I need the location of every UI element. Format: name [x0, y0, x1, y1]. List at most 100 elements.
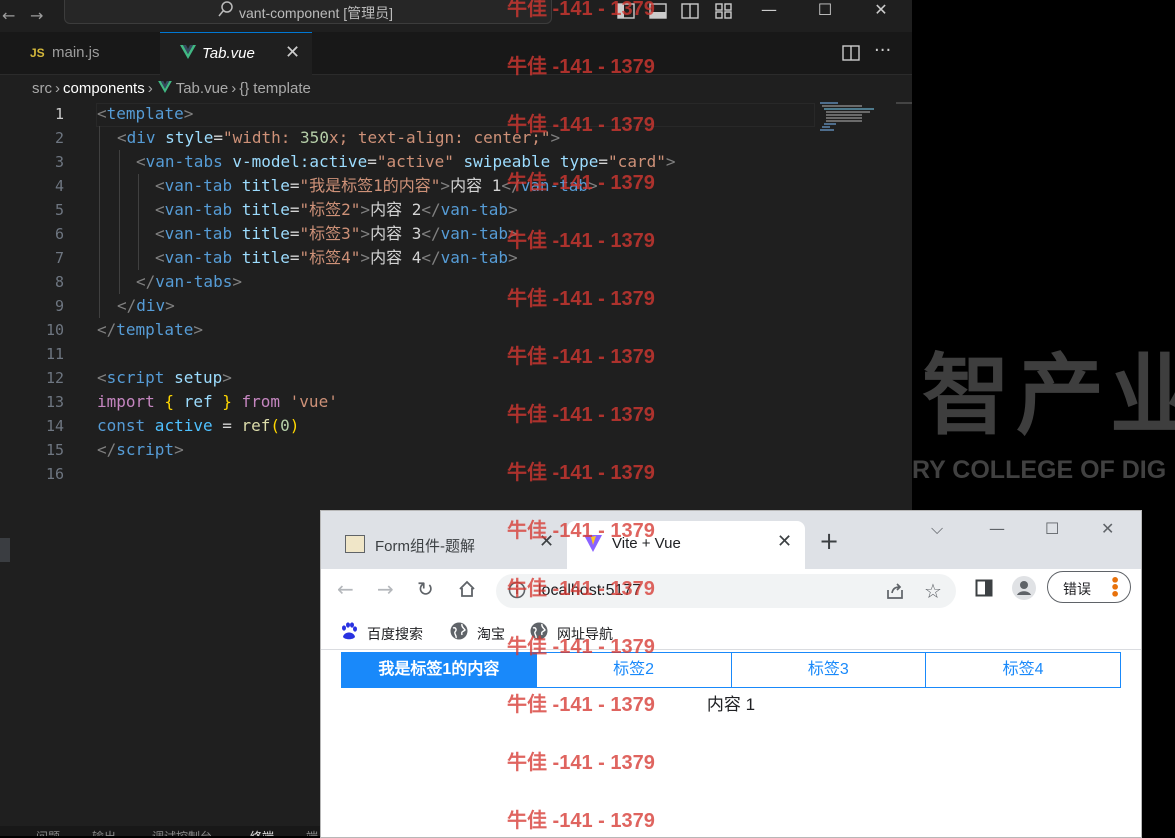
url-text: localhost:5177: [538, 582, 642, 599]
code-line: <script setup>: [97, 368, 232, 387]
code-line: <van-tab title="标签3">内容 3</van-tab>: [155, 224, 518, 243]
tab-tab-vue[interactable]: Tab.vue ✕: [160, 32, 312, 75]
forward-arrow-icon[interactable]: →: [377, 577, 394, 601]
overview-ruler: [896, 102, 912, 104]
browser-toolbar: ← → ↻ localhost:5177 ☆ 错误 • • •: [321, 569, 1141, 615]
tab-terminal[interactable]: 终端: [250, 828, 274, 836]
code-line: </div>: [117, 296, 175, 315]
code-line: <van-tab title="我是标签1的内容">内容 1</van-tab>: [155, 176, 598, 195]
line-number: 8: [54, 273, 64, 291]
code-line: <template>: [97, 104, 194, 123]
code-line: </template>: [97, 320, 203, 339]
browser-tab-strip: Form组件-题解 ✕ Vite + Vue ✕ + ⌵ — ☐ ✕: [321, 511, 1141, 569]
breadcrumb-item[interactable]: components: [63, 80, 145, 97]
minimize-icon[interactable]: —: [746, 0, 792, 22]
breadcrumb-item[interactable]: template: [253, 80, 311, 97]
diff-marker: [0, 538, 10, 562]
split-editor-icon[interactable]: [842, 44, 860, 62]
side-panel-icon[interactable]: [975, 579, 993, 597]
line-number: 3: [54, 153, 64, 171]
close-tab-icon[interactable]: ✕: [777, 531, 792, 552]
breadcrumb: src › components › Tab.vue ›{} template: [32, 80, 311, 102]
tab-debug-console[interactable]: 调试控制台: [152, 828, 212, 836]
customize-layout-icon[interactable]: [714, 2, 734, 20]
line-number: 16: [45, 465, 64, 483]
bookmark-label: 百度搜索: [367, 626, 423, 642]
browser-tab-vite[interactable]: Vite + Vue ✕: [567, 521, 805, 569]
line-number: 15: [45, 441, 64, 459]
wallpaper-college-text: RY COLLEGE OF DIG: [912, 456, 1167, 484]
line-number: 4: [54, 177, 64, 195]
van-tab-1[interactable]: 我是标签1的内容: [342, 653, 537, 687]
globe-icon: [450, 622, 468, 640]
tab-problems[interactable]: 问题: [36, 828, 60, 836]
breadcrumb-item[interactable]: src: [32, 80, 52, 97]
toggle-panel-icon[interactable]: [648, 2, 668, 20]
toggle-sidebar-icon[interactable]: [616, 2, 636, 20]
globe-icon: [530, 622, 548, 640]
code-line: </van-tabs>: [136, 272, 242, 291]
breadcrumb-item[interactable]: Tab.vue: [176, 80, 229, 97]
minimap[interactable]: [820, 102, 882, 132]
bookmark-label: 淘宝: [477, 626, 505, 642]
minimize-icon[interactable]: —: [989, 519, 1005, 538]
back-arrow-icon[interactable]: ←: [2, 6, 15, 25]
tab-label: Tab.vue: [202, 45, 255, 62]
forward-arrow-icon[interactable]: →: [30, 6, 43, 25]
line-number: 1: [54, 105, 64, 123]
site-info-icon[interactable]: [508, 581, 526, 599]
tab-ports[interactable]: 端: [306, 828, 318, 836]
code-line: import { ref } from 'vue': [97, 392, 338, 411]
menu-kebab-icon: • • •: [1110, 571, 1121, 604]
tab-output[interactable]: 输出: [92, 828, 116, 836]
line-number: 11: [45, 345, 64, 363]
chevron-right-icon: ›: [147, 80, 153, 97]
error-button[interactable]: 错误 • • •: [1047, 571, 1131, 603]
tab-search-chevron-icon[interactable]: ⌵: [931, 519, 943, 539]
van-tab-4[interactable]: 标签4: [926, 653, 1120, 687]
toggle-secondary-sidebar-icon[interactable]: [680, 2, 700, 20]
bookmark-star-icon[interactable]: ☆: [924, 579, 942, 603]
reload-icon[interactable]: ↻: [417, 577, 434, 601]
home-icon[interactable]: [457, 579, 477, 599]
close-tab-icon[interactable]: ✕: [285, 42, 300, 63]
chrome-window: Form组件-题解 ✕ Vite + Vue ✕ + ⌵ — ☐ ✕ ← → ↻: [320, 510, 1142, 838]
close-tab-icon[interactable]: ✕: [539, 531, 554, 552]
tab-main-js[interactable]: JS main.js: [12, 32, 160, 74]
maximize-icon[interactable]: ☐: [1045, 519, 1059, 538]
van-tab-2[interactable]: 标签2: [537, 653, 732, 687]
line-number: 2: [54, 129, 64, 147]
van-tab-3[interactable]: 标签3: [732, 653, 927, 687]
indent-guide: [138, 174, 139, 270]
more-actions-icon[interactable]: ···: [874, 40, 891, 61]
vue-file-icon: [180, 45, 196, 59]
line-number: 6: [54, 225, 64, 243]
browser-tab-label: Form组件-题解: [375, 538, 475, 555]
braces-icon: {}: [239, 80, 250, 97]
code-line: <van-tab title="标签2">内容 2</van-tab>: [155, 200, 518, 219]
baidu-paw-icon: [342, 622, 357, 640]
search-icon: [218, 1, 233, 17]
address-bar[interactable]: localhost:5177 ☆: [496, 574, 956, 608]
back-arrow-icon[interactable]: ←: [337, 577, 354, 601]
close-icon[interactable]: ✕: [1101, 519, 1114, 538]
editor-tab-bar: JS main.js Tab.vue ✕ ···: [0, 32, 912, 75]
tab-label: main.js: [52, 44, 100, 61]
line-number: 12: [45, 369, 64, 387]
code-line: <div style="width: 350x; text-align: cen…: [117, 128, 561, 147]
maximize-icon[interactable]: ☐: [802, 0, 848, 22]
error-button-label: 错误: [1063, 581, 1091, 597]
vite-logo-icon: [584, 535, 602, 552]
js-file-icon: JS: [30, 46, 45, 60]
van-tab-panel: 内容 1: [706, 695, 756, 714]
profile-avatar-icon[interactable]: [1011, 575, 1037, 601]
chevron-right-icon: ›: [231, 80, 237, 97]
new-tab-button[interactable]: +: [819, 529, 839, 553]
vscode-titlebar: ← → vant-component [管理员] — ☐ ✕: [0, 0, 912, 32]
close-icon[interactable]: ✕: [858, 0, 904, 22]
browser-tab-form[interactable]: Form组件-题解 ✕: [333, 521, 567, 569]
command-center[interactable]: vant-component [管理员]: [64, 0, 552, 24]
share-icon[interactable]: [884, 580, 906, 602]
line-number: 5: [54, 201, 64, 219]
line-number: 7: [54, 249, 64, 267]
